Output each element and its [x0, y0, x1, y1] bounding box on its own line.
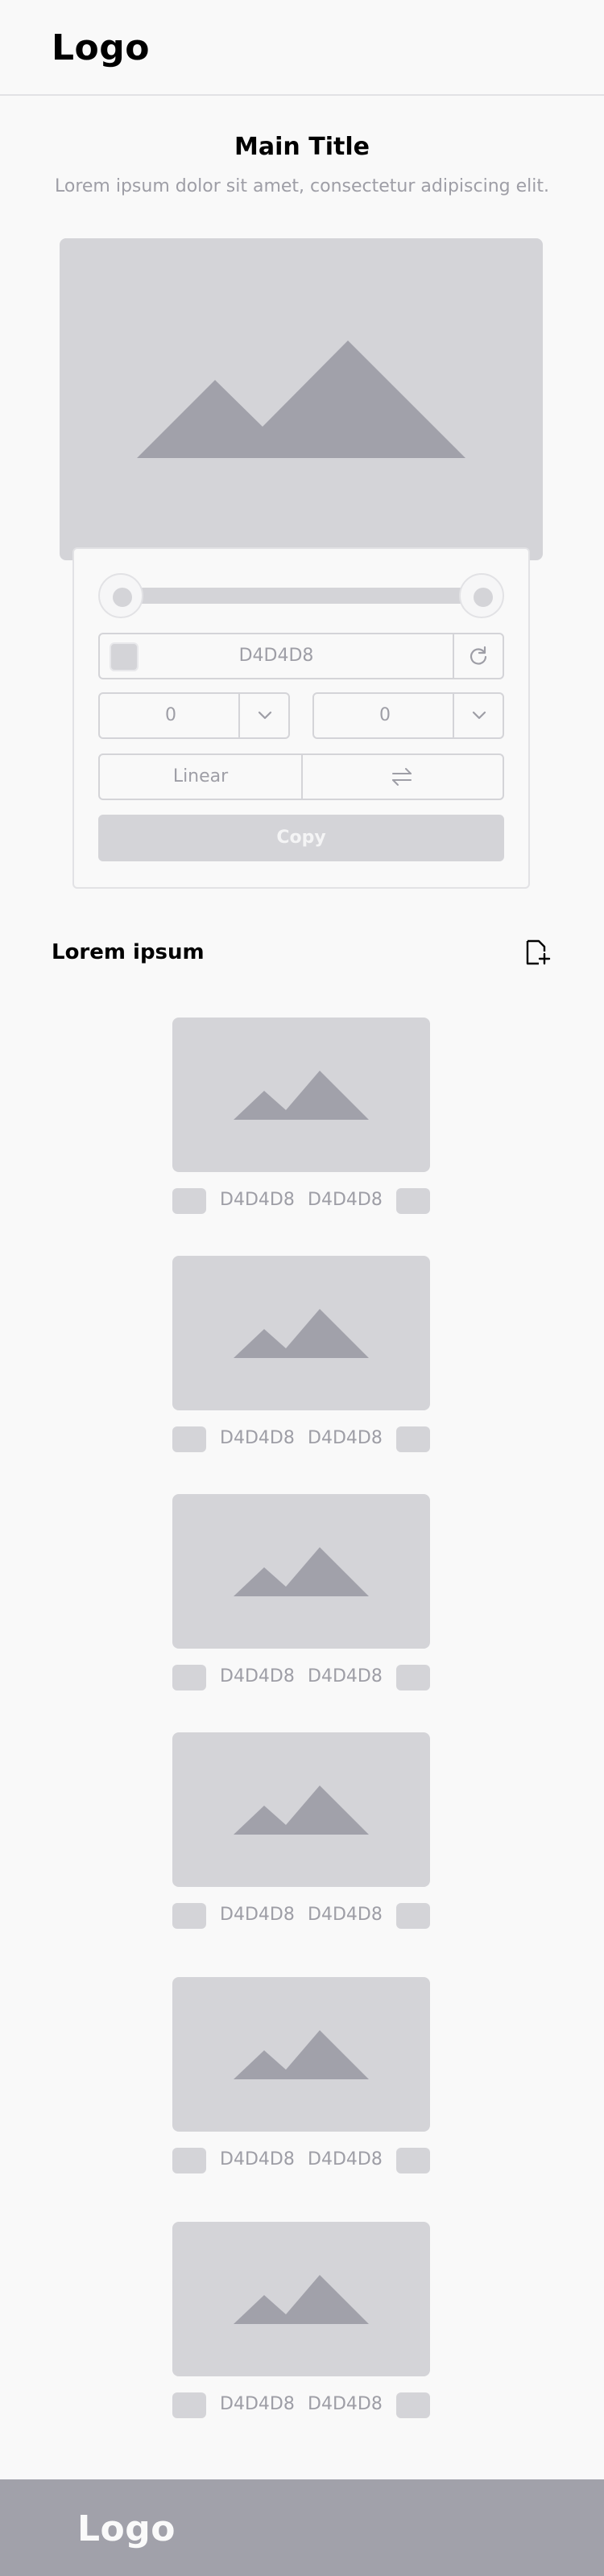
gradient-thumbnail[interactable] [172, 2222, 430, 2376]
gradient-controls-card: D4D4D8 0 0 Linear Copy [72, 547, 530, 889]
end-position-select[interactable]: 0 [312, 692, 504, 739]
image-placeholder-icon [234, 1547, 369, 1596]
color-hex-start: D4D4D8 [220, 1190, 295, 1210]
slider-handle-end[interactable] [459, 573, 504, 618]
color-hex-start: D4D4D8 [220, 1428, 295, 1448]
color-hex-start: D4D4D8 [220, 1905, 295, 1925]
image-placeholder-icon [234, 1071, 369, 1120]
gradient-range-slider[interactable] [98, 573, 504, 618]
chevron-down-icon [472, 711, 486, 720]
color-hex-end: D4D4D8 [308, 2394, 383, 2414]
color-hex-input[interactable]: D4D4D8 [100, 646, 453, 666]
color-input-group: D4D4D8 [98, 633, 504, 679]
gradient-thumbnail[interactable] [172, 1732, 430, 1887]
refresh-button[interactable] [453, 634, 503, 678]
color-hex-end: D4D4D8 [308, 1190, 383, 1210]
image-placeholder-icon [234, 2030, 369, 2079]
logo[interactable]: Logo [52, 27, 150, 68]
image-placeholder-icon [234, 2275, 369, 2324]
gradient-thumbnail[interactable] [172, 1494, 430, 1649]
page-subtitle: Lorem ipsum dolor sit amet, consectetur … [55, 176, 549, 196]
file-plus-icon[interactable] [524, 939, 552, 968]
swap-colors-button[interactable] [303, 755, 503, 799]
page-title: Main Title [234, 133, 370, 161]
color-hex-end: D4D4D8 [308, 1666, 383, 1686]
start-dropdown-button[interactable] [238, 694, 288, 737]
gradient-card[interactable]: D4D4D8 D4D4D8 [172, 2222, 430, 2421]
color-swatch-end[interactable] [396, 1426, 430, 1452]
color-swatch-start[interactable] [172, 1426, 206, 1452]
color-swatch-end[interactable] [396, 2392, 430, 2418]
gradient-thumbnail[interactable] [172, 1256, 430, 1410]
color-hex-end: D4D4D8 [308, 1428, 383, 1448]
color-swatch-start[interactable] [172, 2392, 206, 2418]
section-title: Lorem ipsum [52, 940, 205, 964]
color-hex-start: D4D4D8 [220, 1666, 295, 1686]
color-swatch-end[interactable] [396, 2148, 430, 2174]
image-placeholder-icon [234, 1309, 369, 1358]
gradient-thumbnail[interactable] [172, 1977, 430, 2132]
end-position-value[interactable]: 0 [314, 705, 456, 725]
color-hex-end: D4D4D8 [308, 2149, 383, 2169]
footer-logo[interactable]: Logo [77, 2508, 176, 2549]
refresh-icon [470, 646, 487, 665]
image-placeholder-icon [234, 1785, 369, 1835]
chevron-down-icon [258, 711, 272, 720]
color-swatch-start[interactable] [172, 1903, 206, 1929]
color-hex-end: D4D4D8 [308, 1905, 383, 1925]
color-hex-start: D4D4D8 [220, 2149, 295, 2169]
gradient-card[interactable]: D4D4D8 D4D4D8 [172, 1018, 430, 1217]
gradient-card[interactable]: D4D4D8 D4D4D8 [172, 1494, 430, 1694]
gradient-thumbnail[interactable] [172, 1018, 430, 1172]
gradient-preview-image [60, 238, 543, 560]
color-swatch-end[interactable] [396, 1903, 430, 1929]
linear-mode-button[interactable]: Linear [100, 755, 303, 799]
color-swatch-start[interactable] [172, 1665, 206, 1690]
color-hex-start: D4D4D8 [220, 2394, 295, 2414]
slider-handle-start[interactable] [98, 573, 143, 618]
color-swatch-start[interactable] [172, 2148, 206, 2174]
color-swatch-end[interactable] [396, 1665, 430, 1690]
end-dropdown-button[interactable] [453, 694, 503, 737]
color-swatch-start[interactable] [172, 1188, 206, 1214]
color-swatch-end[interactable] [396, 1188, 430, 1214]
gradient-mode-group: Linear [98, 753, 504, 800]
site-header: Logo [0, 0, 604, 96]
swap-arrows-icon [392, 768, 412, 786]
start-position-value[interactable]: 0 [100, 705, 242, 725]
gradient-card[interactable]: D4D4D8 D4D4D8 [172, 1977, 430, 2177]
gradient-card[interactable]: D4D4D8 D4D4D8 [172, 1256, 430, 1455]
site-footer: Logo [0, 2479, 604, 2576]
start-position-select[interactable]: 0 [98, 692, 290, 739]
image-placeholder-icon [137, 341, 465, 458]
copy-button[interactable]: Copy [98, 815, 504, 861]
slider-track[interactable] [110, 588, 493, 604]
gradient-card[interactable]: D4D4D8 D4D4D8 [172, 1732, 430, 1932]
